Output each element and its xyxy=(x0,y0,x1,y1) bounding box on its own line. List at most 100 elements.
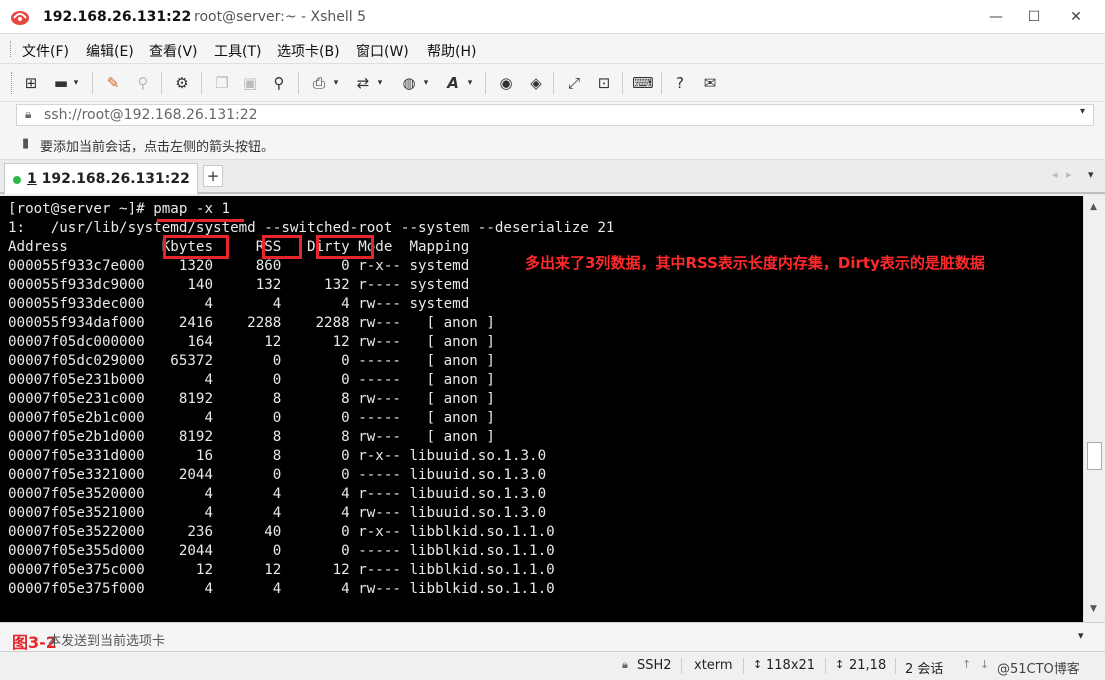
terminal-line: 00007f05dc000000 164 12 12 rw--- [ anon … xyxy=(8,334,495,350)
new-session-icon[interactable]: ⊞ xyxy=(20,72,42,94)
xshell-logo-icon xyxy=(11,11,29,25)
address-bar: 🔒︎ ssh://root@192.168.26.131:22 ▾ xyxy=(0,102,1105,128)
title-bar: 192.168.26.131:22 root@server:~ - Xshell… xyxy=(0,0,1105,34)
status-cursor: 21,18 xyxy=(849,658,887,673)
chat-icon[interactable]: ✉ xyxy=(699,72,721,94)
transfer-icon[interactable]: ⇄ xyxy=(352,72,374,94)
keyboard-icon[interactable]: ⌨ xyxy=(632,72,654,94)
status-bar: 🔒︎ SSH2 xterm ↕ 118x21 ↕ 21,18 2 会话 ↑ ↓ … xyxy=(0,652,1105,680)
terminal-line: Address Kbytes RSS Dirty Mode Mapping xyxy=(8,239,470,255)
annotation-text: 多出来了3列数据，其中RSS表示长度内存集，Dirty表示的是脏数据 xyxy=(525,254,985,272)
globe-icon[interactable]: ◍ xyxy=(398,72,420,94)
fullscreen-icon[interactable]: ⤢ xyxy=(563,72,585,94)
dirty-highlight-box xyxy=(316,235,374,259)
terminal-line: 1: /usr/lib/systemd/systemd --switched-r… xyxy=(8,220,615,236)
menu-edit[interactable]: 编辑(E) xyxy=(86,41,134,61)
help-icon[interactable]: ? xyxy=(669,72,691,94)
sessions-up-icon[interactable]: ↑ xyxy=(962,658,971,671)
minimize-button[interactable]: — xyxy=(978,0,1014,34)
print-dropdown-icon[interactable]: ▾ xyxy=(330,72,342,94)
terminal-line: 00007f05e3321000 2044 0 0 ----- libuuid.… xyxy=(8,467,547,483)
terminal-line: [root@server ~]# pmap -x 1 xyxy=(8,201,231,217)
toolbar: ⊞ ▬ ▾ ✎ ⚲ ⚙ ❐ ▣ ⚲ ⎙ ▾ ⇄ ▾ ◍ ▾ A ▾ ◉ ◈ ⤢ … xyxy=(0,64,1105,102)
status-protocol: SSH2 xyxy=(637,658,672,673)
scroll-up-icon[interactable]: ▲ xyxy=(1090,202,1097,212)
cursor-icon: ↕ xyxy=(835,658,845,671)
terminal-line: 00007f05e3520000 4 4 4 r---- libuuid.so.… xyxy=(8,486,547,502)
tab-bar: 1 192.168.26.131:22 + ◂ ▸ ▾ xyxy=(0,160,1105,194)
lock-icon: 🔒︎ xyxy=(622,658,628,671)
session-hint-text: 要添加当前会话，点击左侧的箭头按钮。 xyxy=(40,140,275,155)
xftp-icon[interactable]: ◉ xyxy=(495,72,517,94)
terminal-line: 00007f05e355d000 2044 0 0 ----- libblkid… xyxy=(8,543,555,559)
scroll-down-icon[interactable]: ▼ xyxy=(1090,604,1097,614)
terminal-scrollbar[interactable]: ▲ ▼ xyxy=(1083,196,1105,622)
tab-session-1[interactable]: 1 192.168.26.131:22 xyxy=(4,163,198,194)
terminal-line: 00007f05e231b000 4 0 0 ----- [ anon ] xyxy=(8,372,495,388)
status-sessions: 2 会话 xyxy=(905,662,944,677)
address-text: ssh://root@192.168.26.131:22 xyxy=(44,107,258,123)
terminal-line: 00007f05e331d000 16 8 0 r-x-- libuuid.so… xyxy=(8,448,547,464)
tab-next-icon[interactable]: ▸ xyxy=(1066,168,1072,181)
kbytes-highlight-box xyxy=(163,235,229,259)
window-title-host: 192.168.26.131:22 xyxy=(43,9,192,25)
lock-icon[interactable]: ⊡ xyxy=(593,72,615,94)
sessions-down-icon[interactable]: ↓ xyxy=(980,658,989,671)
scroll-thumb[interactable] xyxy=(1087,442,1102,470)
paste-icon[interactable]: ▣ xyxy=(239,72,261,94)
copy-icon[interactable]: ❐ xyxy=(211,72,233,94)
terminal-line: 00007f05e2b1c000 4 0 0 ----- [ anon ] xyxy=(8,410,495,426)
globe-dropdown-icon[interactable]: ▾ xyxy=(420,72,432,94)
lock-icon: 🔒︎ xyxy=(25,107,32,121)
print-icon[interactable]: ⎙ xyxy=(308,72,330,94)
terminal-output[interactable]: [root@server ~]# pmap -x 1 1: /usr/lib/s… xyxy=(0,196,1083,622)
magic-wand-icon[interactable]: ⚲ xyxy=(132,72,154,94)
address-field[interactable]: 🔒︎ ssh://root@192.168.26.131:22 ▾ xyxy=(16,104,1094,126)
menu-tabs[interactable]: 选项卡(B) xyxy=(277,41,340,61)
terminal-line: 000055f933dec000 4 4 4 rw--- systemd xyxy=(8,296,470,312)
font-icon[interactable]: A xyxy=(442,72,464,94)
open-folder-icon[interactable]: ▬ xyxy=(50,72,72,94)
compose-bar[interactable]: 图3-2 本发送到当前选项卡 ▾ xyxy=(0,622,1105,652)
tab-list-icon[interactable]: ▾ xyxy=(1088,168,1094,181)
font-dropdown-icon[interactable]: ▾ xyxy=(464,72,476,94)
terminal-line: 00007f05e375f000 4 4 4 rw--- libblkid.so… xyxy=(8,581,555,597)
open-dropdown-icon[interactable]: ▾ xyxy=(70,72,82,94)
arrow-button-icon[interactable]: ▮ xyxy=(22,136,29,151)
status-size: 118x21 xyxy=(766,658,816,673)
terminal-line: 000055f934daf000 2416 2288 2288 rw--- [ … xyxy=(8,315,495,331)
terminal-line: 00007f05e2b1d000 8192 8 8 rw--- [ anon ] xyxy=(8,429,495,445)
terminal-line: 00007f05e231c000 8192 8 8 rw--- [ anon ] xyxy=(8,391,495,407)
command-underline xyxy=(157,219,244,222)
menu-grip-icon xyxy=(10,41,13,57)
pencil-icon[interactable]: ✎ xyxy=(102,72,124,94)
connected-status-icon xyxy=(13,176,21,184)
status-term: xterm xyxy=(694,658,733,673)
terminal-line: 00007f05e3521000 4 4 4 rw--- libuuid.so.… xyxy=(8,505,547,521)
terminal-line: 00007f05dc029000 65372 0 0 ----- [ anon … xyxy=(8,353,495,369)
compose-dropdown-icon[interactable]: ▾ xyxy=(1078,629,1084,642)
session-hint-bar: ▮ 要添加当前会话，点击左侧的箭头按钮。 xyxy=(0,128,1105,160)
transfer-dropdown-icon[interactable]: ▾ xyxy=(374,72,386,94)
menu-view[interactable]: 查看(V) xyxy=(149,41,198,61)
terminal-line: 000055f933dc9000 140 132 132 r---- syste… xyxy=(8,277,470,293)
menu-help[interactable]: 帮助(H) xyxy=(427,41,476,61)
menu-tools[interactable]: 工具(T) xyxy=(214,41,261,61)
menu-bar: 文件(F) 编辑(E) 查看(V) 工具(T) 选项卡(B) 窗口(W) 帮助(… xyxy=(0,34,1105,64)
menu-file[interactable]: 文件(F) xyxy=(22,41,69,61)
address-dropdown-icon[interactable]: ▾ xyxy=(1080,106,1085,117)
xmanager-icon[interactable]: ◈ xyxy=(525,72,547,94)
terminal-line: 00007f05e3522000 236 40 0 r-x-- libblkid… xyxy=(8,524,555,540)
find-icon[interactable]: ⚲ xyxy=(268,72,290,94)
maximize-button[interactable]: ☐ xyxy=(1016,0,1052,34)
menu-window[interactable]: 窗口(W) xyxy=(356,41,409,61)
new-tab-button[interactable]: + xyxy=(203,165,223,187)
tab-prev-icon[interactable]: ◂ xyxy=(1052,168,1058,181)
close-button[interactable]: ✕ xyxy=(1058,0,1094,34)
rss-highlight-box xyxy=(262,235,302,259)
terminal-line: 00007f05e375c000 12 12 12 r---- libblkid… xyxy=(8,562,555,578)
properties-icon[interactable]: ⚙ xyxy=(171,72,193,94)
resize-icon: ↕ xyxy=(753,658,763,671)
window-title: root@server:~ - Xshell 5 xyxy=(194,9,367,25)
compose-placeholder: 本发送到当前选项卡 xyxy=(48,634,166,649)
